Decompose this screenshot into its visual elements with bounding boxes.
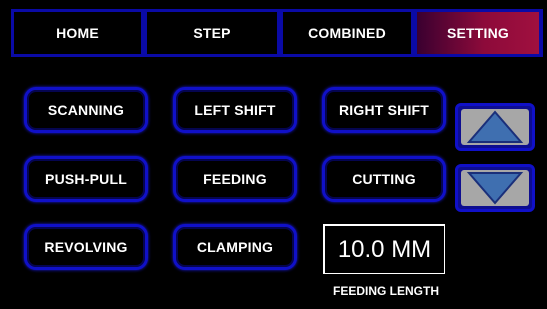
cutting-button[interactable]: CUTTING <box>322 156 446 202</box>
down-arrow-icon <box>466 172 524 205</box>
tab-setting[interactable]: SETTING <box>417 12 539 54</box>
increment-button-face <box>461 109 529 145</box>
decrement-button-face <box>461 170 529 206</box>
tab-bar: HOME STEP COMBINED SETTING <box>11 9 543 57</box>
revolving-button[interactable]: REVOLVING <box>24 224 148 270</box>
decrement-button[interactable] <box>455 164 535 212</box>
right-shift-button[interactable]: RIGHT SHIFT <box>322 87 446 133</box>
feeding-button[interactable]: FEEDING <box>173 156 297 202</box>
up-arrow-icon <box>466 110 524 143</box>
clamping-button[interactable]: CLAMPING <box>173 224 297 270</box>
tab-home[interactable]: HOME <box>14 12 141 54</box>
feeding-length-field[interactable]: 10.0 MM <box>323 224 445 274</box>
increment-button[interactable] <box>455 103 535 151</box>
tab-step[interactable]: STEP <box>147 12 277 54</box>
scanning-button[interactable]: SCANNING <box>24 87 148 133</box>
left-shift-button[interactable]: LEFT SHIFT <box>173 87 297 133</box>
push-pull-button[interactable]: PUSH-PULL <box>24 156 148 202</box>
tab-combined[interactable]: COMBINED <box>283 12 411 54</box>
feeding-length-label: FEEDING LENGTH <box>332 284 439 298</box>
